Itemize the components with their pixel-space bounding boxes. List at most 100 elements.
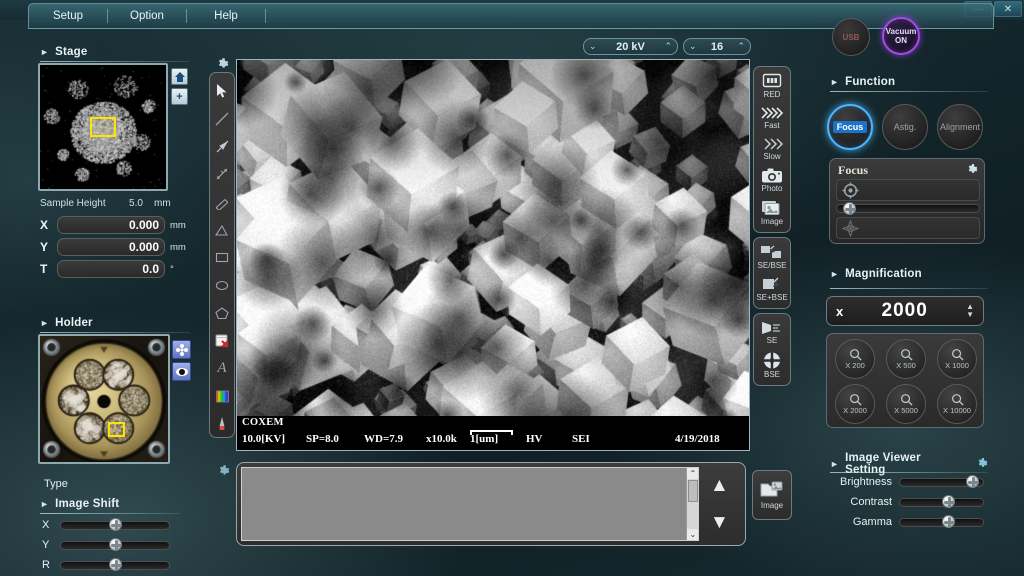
sem-image-viewer[interactable]: COXEM 10.0[KV] SP=8.0 WD=7.9 x10.0k 1[um… — [236, 59, 750, 451]
voltage-up-icon[interactable]: ⌃ — [664, 41, 672, 52]
focus-mode-button[interactable]: Focus — [827, 104, 873, 150]
menu-setup[interactable]: Setup — [29, 10, 107, 22]
spot-size-spinner[interactable]: ⌄ 16 ⌃ — [683, 38, 751, 55]
mag-preset-1000[interactable]: X 1000 — [937, 339, 977, 379]
sem-image-canvas[interactable] — [237, 60, 750, 451]
slider-knob[interactable] — [109, 538, 122, 551]
mag-preset-5000[interactable]: X 5000 — [886, 384, 926, 424]
thumbnail-scrollbar[interactable]: ⌃ ⌄ — [686, 468, 698, 540]
mag-preset-200[interactable]: X 200 — [835, 339, 875, 379]
ellipse-tool[interactable] — [211, 272, 233, 298]
voltage-down-icon[interactable]: ⌄ — [589, 41, 597, 52]
bse-button[interactable]: BSE — [755, 349, 789, 381]
zoom-in-icon[interactable]: + — [171, 88, 188, 105]
holder-roi-box[interactable] — [108, 422, 125, 437]
annotation-toolbar: A — [209, 72, 235, 438]
open-image-folder-button[interactable]: Image — [752, 470, 792, 520]
thumbnail-list[interactable]: ⌃ ⌄ — [241, 467, 699, 541]
focus-slider[interactable] — [836, 204, 980, 213]
thumbnail-settings-gear-icon[interactable] — [217, 464, 230, 480]
holder-section-header[interactable]: ► Holder — [40, 317, 190, 333]
stage-x-field[interactable]: 0.000 — [57, 216, 165, 234]
usb-status-button[interactable]: USB — [832, 18, 870, 56]
cursor-tool[interactable] — [211, 78, 233, 104]
magnification-down-icon[interactable]: ▼ — [966, 311, 974, 319]
image-gallery-button[interactable]: Image — [755, 197, 789, 228]
slider-knob[interactable] — [109, 518, 122, 531]
magnification-field[interactable]: x 2000 ▲ ▼ — [826, 296, 984, 326]
scroll-down-icon[interactable]: ⌄ — [687, 529, 698, 540]
menu-option[interactable]: Option — [108, 10, 186, 22]
mag-preset-500[interactable]: X 500 — [886, 339, 926, 379]
slider-knob[interactable] — [109, 558, 122, 571]
image-shift-r-slider[interactable] — [60, 561, 170, 570]
delete-annotation-tool[interactable] — [211, 328, 233, 354]
measure-ruler-tool[interactable] — [211, 189, 233, 215]
stage-roi-box[interactable] — [90, 117, 116, 137]
red-button[interactable]: RED — [755, 71, 789, 101]
marker-tool[interactable] — [211, 411, 233, 437]
color-palette-tool[interactable] — [211, 383, 233, 409]
image-shift-y-slider[interactable] — [60, 541, 170, 550]
target-center-icon[interactable] — [172, 362, 191, 381]
slow-scan-button[interactable]: Slow — [755, 134, 789, 163]
photo-button[interactable]: Photo — [755, 165, 789, 195]
magnification-section-header[interactable]: ► Magnification — [830, 268, 988, 280]
stage-navigation-map[interactable] — [38, 63, 168, 191]
mag-preset-10000[interactable]: X 10000 — [937, 384, 977, 424]
rectangle-tool[interactable] — [211, 245, 233, 271]
polygon-tool[interactable] — [211, 300, 233, 326]
function-section-header[interactable]: ► Function — [830, 76, 988, 92]
page-down-icon[interactable]: ▼ — [710, 515, 730, 531]
focus-fine-row[interactable] — [836, 217, 980, 239]
close-button[interactable]: ✕ — [994, 1, 1022, 17]
pan-navigation-icon[interactable] — [172, 340, 191, 359]
focus-coarse-row[interactable] — [836, 179, 980, 201]
sample-height-label: Sample Height — [40, 198, 118, 209]
gamma-slider[interactable] — [899, 518, 984, 527]
magnification-value[interactable]: 2000 — [882, 300, 928, 322]
astigmatism-mode-button[interactable]: Astig. — [882, 104, 928, 150]
alignment-mode-button[interactable]: Alignment — [937, 104, 983, 150]
focus-panel-gear-icon[interactable] — [966, 163, 978, 178]
spot-up-icon[interactable]: ⌃ — [737, 41, 745, 52]
image-shift-section-header[interactable]: ► Image Shift — [40, 498, 180, 514]
line-tool[interactable] — [211, 106, 233, 132]
focus-fine-target-icon[interactable] — [842, 220, 859, 240]
image-settings-gear-icon[interactable] — [216, 57, 229, 73]
se-plus-bse-button[interactable]: SE+BSE — [755, 274, 789, 304]
mag-preset-2000-label: X 2000 — [843, 406, 867, 415]
stage-y-field[interactable]: 0.000 — [57, 238, 165, 256]
magnification-stepper[interactable]: ▲ ▼ — [966, 303, 974, 319]
slider-knob[interactable] — [966, 475, 979, 488]
home-icon[interactable] — [171, 68, 188, 85]
mag-preset-2000[interactable]: X 2000 — [835, 384, 875, 424]
brightness-label: Brightness — [826, 476, 892, 488]
se-button[interactable]: SE — [755, 318, 789, 347]
brightness-slider[interactable] — [899, 478, 984, 487]
arrow-tool[interactable] — [211, 134, 233, 160]
image-viewer-gear-icon[interactable] — [976, 457, 988, 472]
spot-down-icon[interactable]: ⌄ — [689, 41, 697, 52]
slider-knob[interactable] — [942, 515, 955, 528]
holder-view[interactable] — [38, 334, 170, 464]
text-tool[interactable]: A — [211, 356, 233, 382]
stage-t-field[interactable]: 0.0 — [57, 260, 165, 278]
holder-canvas[interactable] — [40, 336, 168, 462]
page-up-icon[interactable]: ▲ — [710, 478, 730, 494]
scroll-up-icon[interactable]: ⌃ — [687, 468, 698, 479]
angle-tool[interactable] — [211, 217, 233, 243]
focus-coarse-target-icon[interactable] — [842, 182, 859, 202]
scrollbar-thumb[interactable] — [688, 480, 698, 502]
menu-help[interactable]: Help — [187, 10, 265, 22]
accelerating-voltage-spinner[interactable]: ⌄ 20 kV ⌃ — [583, 38, 678, 55]
slider-knob[interactable] — [942, 495, 955, 508]
contrast-slider[interactable] — [899, 498, 984, 507]
fast-scan-button[interactable]: Fast — [755, 103, 789, 132]
slider-knob[interactable] — [843, 202, 856, 215]
measure-double-arrow-tool[interactable] — [211, 161, 233, 187]
se-bse-button[interactable]: SE/BSE — [755, 242, 789, 272]
stage-section-header[interactable]: ► Stage — [40, 46, 190, 62]
vacuum-status-button[interactable]: Vacuum ON — [882, 17, 920, 55]
image-shift-x-slider[interactable] — [60, 521, 170, 530]
